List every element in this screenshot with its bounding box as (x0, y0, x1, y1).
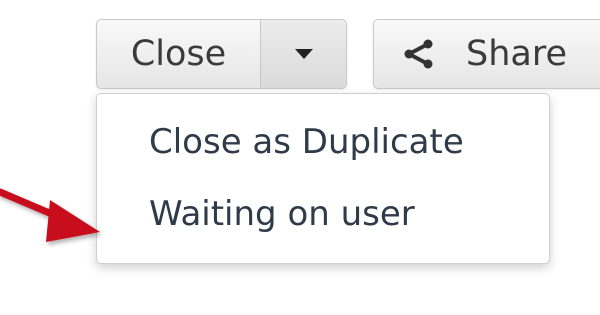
close-button[interactable]: Close (97, 20, 261, 88)
menu-item-close-as-duplicate[interactable]: Close as Duplicate (149, 122, 464, 162)
share-button-label: Share (466, 34, 568, 74)
menu-item-waiting-on-user[interactable]: Waiting on user (149, 194, 415, 234)
screenshot-canvas: Close Share Close as Duplicate Waiting o… (0, 0, 600, 315)
share-icon (404, 39, 433, 69)
red-arrow-icon (0, 188, 100, 242)
close-split-button: Close (96, 19, 347, 89)
close-dropdown-menu: Close as Duplicate Waiting on user (96, 93, 550, 264)
close-dropdown-toggle[interactable] (261, 20, 346, 88)
share-button[interactable]: Share (373, 19, 600, 89)
close-button-label: Close (130, 34, 227, 74)
caret-down-icon (294, 49, 313, 59)
